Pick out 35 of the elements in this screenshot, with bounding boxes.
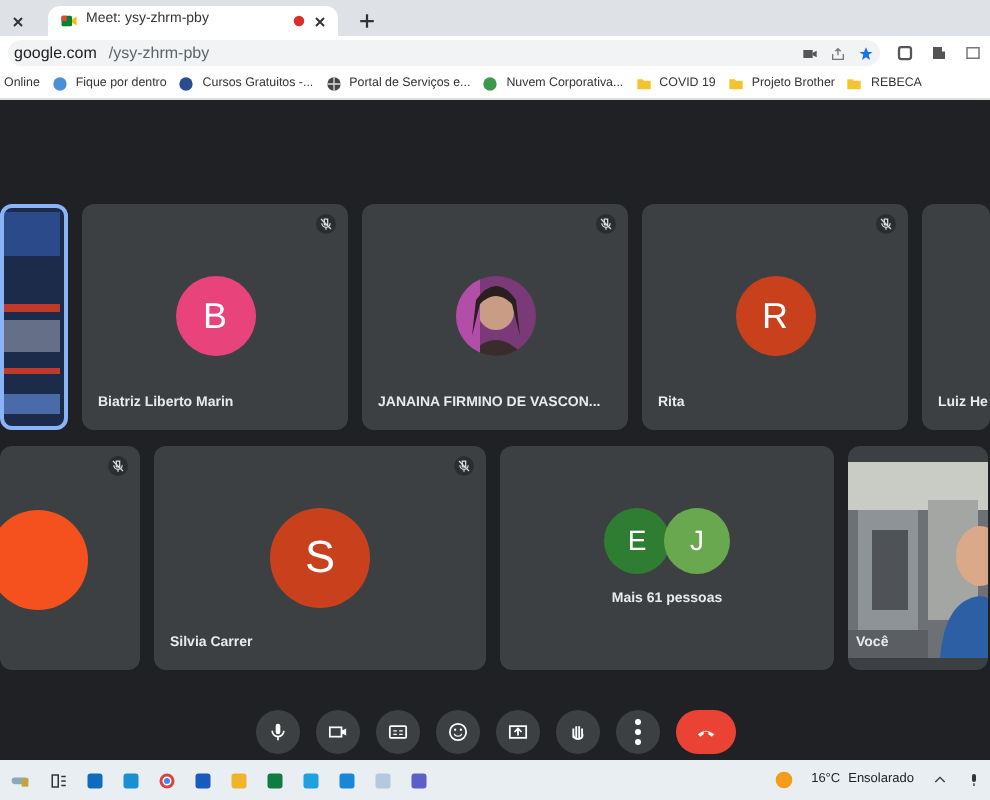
folder-icon (635, 75, 652, 92)
close-icon[interactable] (12, 15, 24, 27)
leave-call-button[interactable] (675, 710, 735, 754)
globe-icon (325, 75, 342, 92)
mic-icon[interactable] (966, 772, 982, 788)
hand-button[interactable] (555, 710, 599, 754)
present-button[interactable] (495, 710, 539, 754)
emoji-icon (443, 718, 471, 746)
mic-button[interactable] (255, 710, 299, 754)
close-icon[interactable] (314, 15, 326, 27)
browser-icon[interactable] (158, 771, 176, 789)
sun-icon (773, 770, 794, 790)
more-icon (633, 718, 641, 746)
folder-icon (727, 75, 744, 92)
address-field[interactable]: google.com /ysy-zhrm-pby (8, 40, 880, 66)
camera-button[interactable] (315, 710, 359, 754)
avatar: S (270, 507, 370, 608)
star-icon[interactable] (858, 45, 874, 61)
folder-icon (846, 75, 863, 92)
site-icon (482, 75, 499, 92)
captions-button[interactable] (375, 710, 419, 754)
new-tab-icon[interactable] (358, 12, 376, 30)
avatar: E (604, 508, 670, 575)
share-icon[interactable] (830, 45, 846, 61)
site-icon (178, 75, 195, 92)
avatar: B (175, 276, 255, 357)
site-icon (51, 75, 68, 92)
meet-icon (60, 12, 78, 30)
chevron-up-icon[interactable] (932, 772, 948, 788)
avatar: J (664, 508, 730, 575)
avatar: R (735, 276, 815, 357)
camera-icon[interactable] (802, 45, 818, 61)
more-button[interactable] (615, 710, 659, 754)
emoji-button[interactable] (435, 710, 479, 754)
task-view-icon[interactable] (50, 771, 68, 789)
